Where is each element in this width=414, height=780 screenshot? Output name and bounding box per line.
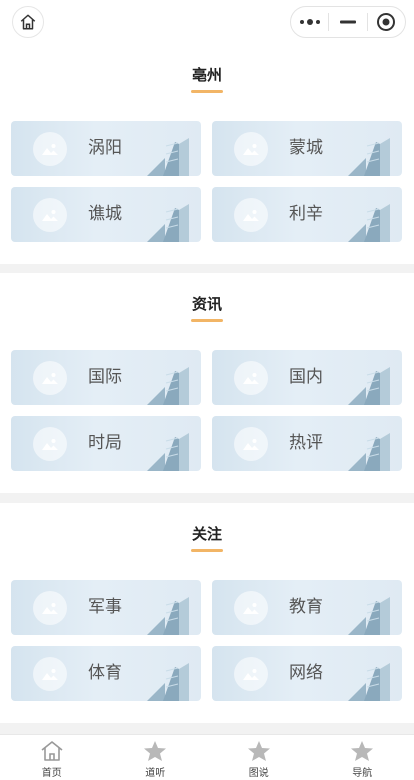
building-graphic <box>348 204 390 242</box>
building-graphic <box>147 204 189 242</box>
category-label: 教育 <box>289 597 323 617</box>
building-graphic <box>348 138 390 176</box>
image-placeholder-icon <box>33 657 67 691</box>
section-title: 资讯 <box>191 295 222 313</box>
star-icon <box>351 741 374 761</box>
category-label: 谯城 <box>88 204 122 224</box>
target-circle-icon <box>377 13 396 31</box>
image-placeholder-icon <box>234 198 268 232</box>
category-card[interactable]: 军事 <box>11 580 201 635</box>
tab-label: 导航 <box>352 768 373 779</box>
tab-label: 道听 <box>145 768 166 779</box>
close-button[interactable] <box>368 7 405 37</box>
section-news: 资讯 国际 国内 时局 热评 <box>0 273 414 493</box>
category-label: 利辛 <box>289 204 323 224</box>
building-graphic <box>147 663 189 701</box>
section-title: 亳州 <box>191 66 222 84</box>
building-graphic <box>147 367 189 405</box>
tab-navigation[interactable]: 导航 <box>311 735 414 780</box>
image-placeholder-icon <box>33 198 67 232</box>
category-label: 国内 <box>289 367 323 387</box>
tab-label: 图说 <box>248 768 269 779</box>
building-graphic <box>348 597 390 635</box>
category-card[interactable]: 蒙城 <box>212 121 402 176</box>
category-card[interactable]: 热评 <box>212 416 402 471</box>
tab-label: 首页 <box>41 768 62 779</box>
home-button[interactable] <box>12 6 44 38</box>
category-label: 国际 <box>88 367 122 387</box>
building-graphic <box>348 367 390 405</box>
category-label: 蒙城 <box>289 138 323 158</box>
home-icon <box>20 14 36 30</box>
image-placeholder-icon <box>234 591 268 625</box>
section-title: 关注 <box>191 525 222 543</box>
section-title-underline <box>191 90 223 93</box>
image-placeholder-icon <box>33 361 67 395</box>
mini-program-capsule <box>290 6 406 38</box>
building-graphic <box>348 433 390 471</box>
image-placeholder-icon <box>234 657 268 691</box>
building-graphic <box>147 433 189 471</box>
category-card[interactable]: 体育 <box>11 646 201 701</box>
bottom-tab-bar: 首页 道听 图说 导航 <box>0 734 414 780</box>
tab-home[interactable]: 首页 <box>0 735 104 780</box>
category-card[interactable]: 国际 <box>11 350 201 405</box>
category-label: 军事 <box>88 597 122 617</box>
category-card[interactable]: 教育 <box>212 580 402 635</box>
category-label: 时局 <box>88 433 122 453</box>
tab-listen[interactable]: 道听 <box>104 735 208 780</box>
category-label: 涡阳 <box>88 138 122 158</box>
building-graphic <box>348 663 390 701</box>
home-icon <box>41 741 63 761</box>
category-card[interactable]: 谯城 <box>11 187 201 242</box>
star-icon <box>144 741 167 761</box>
image-placeholder-icon <box>33 591 67 625</box>
category-card[interactable]: 国内 <box>212 350 402 405</box>
image-placeholder-icon <box>33 427 67 461</box>
star-icon <box>247 741 270 761</box>
section-title-underline <box>191 319 223 322</box>
section-focus: 关注 军事 教育 体育 网络 <box>0 503 414 723</box>
top-navigation-bar <box>0 0 414 44</box>
minus-icon <box>339 20 356 24</box>
minimize-button[interactable] <box>329 7 366 37</box>
image-placeholder-icon <box>33 132 67 166</box>
category-label: 热评 <box>289 433 323 453</box>
image-placeholder-icon <box>234 427 268 461</box>
category-card[interactable]: 时局 <box>11 416 201 471</box>
category-label: 网络 <box>289 663 323 683</box>
building-graphic <box>147 138 189 176</box>
more-dots-icon <box>299 19 320 25</box>
section-bozhou: 亳州 涡阳 蒙城 谯城 利辛 <box>0 44 414 264</box>
category-label: 体育 <box>88 663 122 683</box>
category-card[interactable]: 网络 <box>212 646 402 701</box>
image-placeholder-icon <box>234 361 268 395</box>
tab-pictures[interactable]: 图说 <box>207 735 311 780</box>
building-graphic <box>147 597 189 635</box>
category-card[interactable]: 涡阳 <box>11 121 201 176</box>
more-button[interactable] <box>291 7 328 37</box>
category-card[interactable]: 利辛 <box>212 187 402 242</box>
section-title-underline <box>191 549 223 552</box>
image-placeholder-icon <box>234 132 268 166</box>
